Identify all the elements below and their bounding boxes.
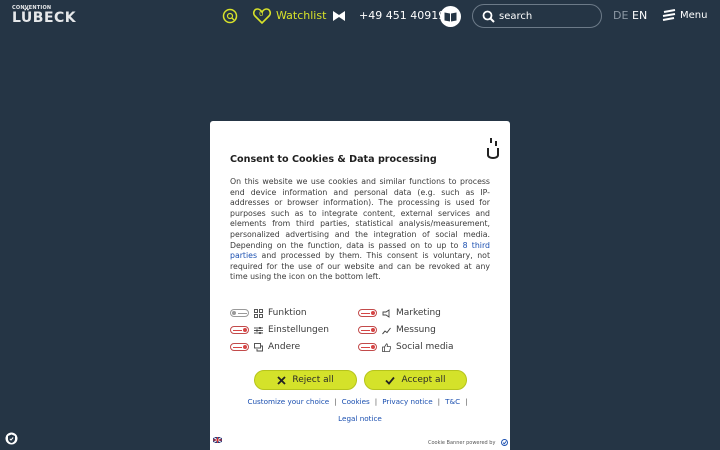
consent-description: On this website we use cookies and simil…	[230, 177, 490, 283]
check-icon	[385, 376, 396, 385]
open-book-icon	[444, 12, 457, 22]
watchlist-count: 0	[259, 10, 264, 18]
toggle-social-media[interactable]	[358, 343, 377, 351]
menu-icon[interactable]	[662, 9, 676, 21]
booklet-button[interactable]	[440, 6, 461, 27]
menu-button[interactable]: Menu	[680, 10, 707, 21]
privacy-notice-link[interactable]: Privacy notice	[382, 397, 432, 406]
sliders-icon	[254, 326, 263, 334]
toggle-marketing[interactable]	[358, 309, 377, 317]
category-marketing[interactable]: Marketing	[358, 307, 441, 319]
powered-by-text: Cookie Banner powered by	[428, 440, 496, 446]
toggle-andere[interactable]	[230, 343, 249, 351]
category-messung[interactable]: Messung	[358, 324, 436, 336]
consent-links: Customize your choice | Cookies | Privacy no…	[247, 397, 468, 406]
search-icon	[482, 10, 495, 23]
provider-logo-icon[interactable]	[501, 439, 508, 446]
category-label: Funktion	[268, 308, 307, 318]
accept-all-button[interactable]: Accept all	[364, 370, 467, 390]
consent-text-part-2: and processed by them. This consent is v…	[230, 251, 490, 282]
legal-notice-link[interactable]: Legal notice	[210, 414, 510, 423]
cookie-settings-icon[interactable]	[5, 432, 18, 445]
language-en-link[interactable]: EN	[632, 9, 647, 22]
cookies-link[interactable]: Cookies	[342, 397, 370, 406]
toggle-einstellungen[interactable]	[230, 326, 249, 334]
close-icon	[277, 375, 286, 385]
search-input[interactable]	[499, 9, 595, 24]
consent-title: Consent to Cookies & Data processing	[230, 154, 437, 165]
grid-icon	[254, 308, 263, 318]
language-flag-icon[interactable]	[213, 437, 222, 443]
logo-big-text: LÜBECK	[12, 10, 77, 26]
chart-icon	[382, 327, 391, 334]
category-label: Messung	[396, 325, 436, 335]
brand-mark-icon	[487, 138, 499, 159]
accessibility-icon[interactable]	[222, 8, 238, 24]
category-label: Andere	[268, 342, 301, 352]
megaphone-icon	[382, 308, 390, 318]
toggle-messung[interactable]	[358, 326, 377, 334]
category-label: Social media	[396, 342, 454, 352]
bowtie-icon[interactable]	[332, 10, 346, 22]
toggle-funktion[interactable]	[230, 309, 249, 317]
reject-all-button[interactable]: Reject all	[254, 370, 357, 390]
reject-all-label: Reject all	[292, 375, 334, 385]
category-funktion[interactable]: Funktion	[230, 307, 307, 319]
thumbs-up-icon	[382, 342, 391, 352]
search-box[interactable]	[472, 4, 602, 28]
convention-luebeck-logo[interactable]: CONVENTION LÜBECK	[12, 5, 76, 27]
category-label: Einstellungen	[268, 325, 330, 335]
chat-icon	[254, 342, 263, 351]
accept-all-label: Accept all	[401, 375, 446, 385]
terms-link[interactable]: T&C	[445, 397, 460, 406]
customize-choice-link[interactable]: Customize your choice	[247, 397, 329, 406]
language-de-link[interactable]: DE	[613, 9, 628, 22]
watchlist-link[interactable]: Watchlist	[276, 9, 326, 22]
category-andere[interactable]: Andere	[230, 341, 300, 353]
cookie-consent-dialog: Consent to Cookies & Data processing On …	[210, 121, 510, 450]
consent-text-part-1: On this website we use cookies and simil…	[230, 177, 490, 250]
watchlist-heart-icon[interactable]: 0	[252, 6, 272, 26]
category-social-media[interactable]: Social media	[358, 341, 454, 353]
category-einstellungen[interactable]: Einstellungen	[230, 324, 329, 336]
category-label: Marketing	[396, 308, 441, 318]
site-header: CONVENTION LÜBECK 0 Watchlist +49 451 40…	[0, 0, 720, 34]
